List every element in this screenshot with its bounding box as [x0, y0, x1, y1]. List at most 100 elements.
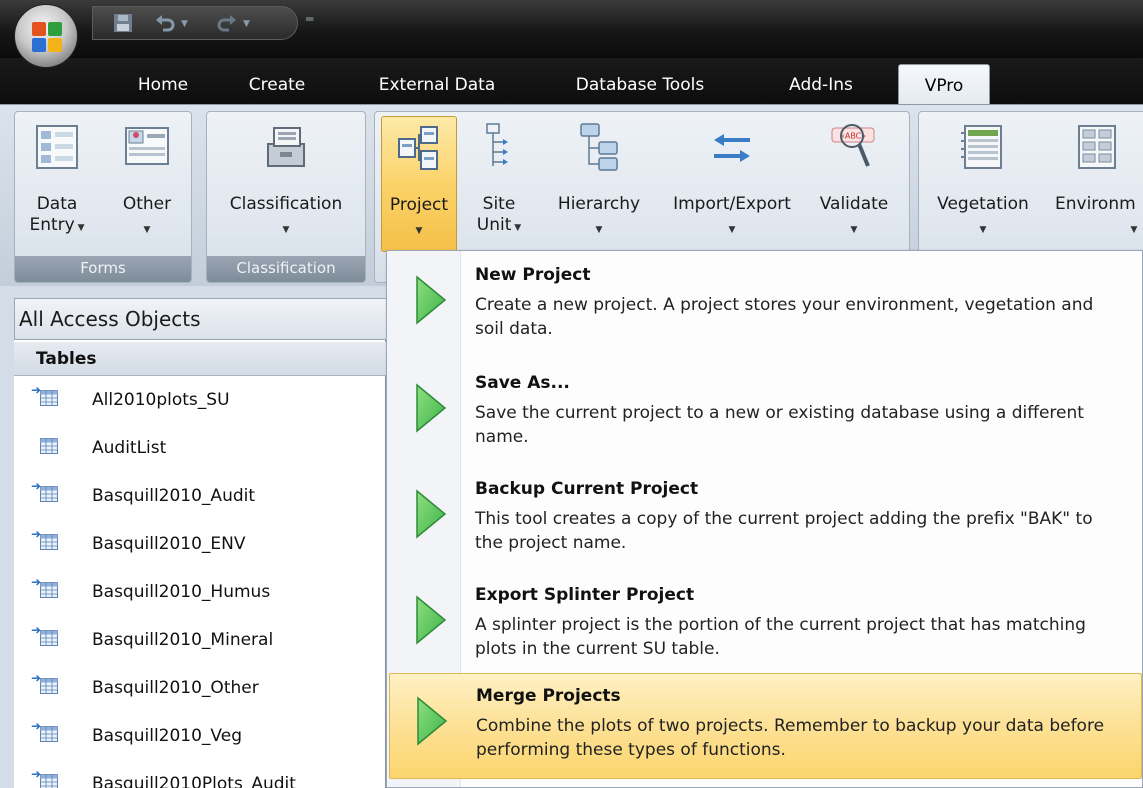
- tab-external-data[interactable]: External Data: [362, 69, 512, 103]
- nav-table-item[interactable]: ➜ Basquill2010_Mineral: [14, 616, 386, 664]
- menu-item-title: Merge Projects: [476, 686, 621, 706]
- vegetation-label: Vegetation: [937, 194, 1029, 214]
- table-icon: [40, 390, 58, 406]
- menu-item[interactable]: Backup Current Project This tool creates …: [389, 467, 1142, 573]
- table-icon: [40, 726, 58, 742]
- redo-icon[interactable]: [215, 12, 239, 36]
- nav-table-item[interactable]: ➜ All2010plots_SU: [14, 376, 386, 424]
- menu-item[interactable]: Merge Projects Combine the plots of two p…: [389, 673, 1142, 779]
- hierarchy-dropdown-icon: ▼: [595, 225, 603, 235]
- menu-item-description: A splinter project is the portion of the…: [475, 615, 1086, 659]
- environment-button[interactable]: Environm ▼: [1049, 116, 1143, 252]
- other-forms-label: Other: [122, 194, 172, 214]
- nav-table-name: AuditList: [92, 438, 167, 458]
- nav-table-list: ➜ All2010plots_SU AuditList ➜ Basquill2010_A…: [14, 376, 386, 788]
- hierarchy-label: Hierarchy: [557, 194, 641, 214]
- import-export-dropdown-icon: ▼: [728, 225, 736, 235]
- data-entry-line1: Data: [36, 194, 78, 214]
- play-arrow-icon: [417, 696, 448, 746]
- data-entry-line2: Entry: [29, 215, 75, 235]
- menu-item-description: Combine the plots of two projects. Remem…: [476, 716, 1105, 760]
- nav-table-item[interactable]: ➜ Basquill2010_Humus: [14, 568, 386, 616]
- table-icon: [40, 678, 58, 694]
- data-entry-icon: [36, 125, 78, 169]
- nav-table-item[interactable]: ➜ Basquill2010_Veg: [14, 712, 386, 760]
- nav-table-name: Basquill2010_Humus: [92, 582, 271, 602]
- quick-access-toolbar: ▼ ▼: [92, 6, 298, 40]
- project-button-label: Project: [389, 195, 449, 215]
- nav-table-item[interactable]: ➜ Basquill2010Plots_Audit: [14, 760, 386, 788]
- site-unit-label: Site Unit ▼: [467, 194, 531, 239]
- nav-pane-edge: [0, 298, 14, 788]
- site-unit-line2: Unit: [476, 215, 512, 235]
- ribbon-tabs: Home Create External Data Database Tools…: [0, 58, 1143, 108]
- tab-home[interactable]: Home: [122, 69, 204, 103]
- play-arrow-icon: [416, 383, 447, 433]
- nav-table-item[interactable]: ➜ Basquill2010_Other: [14, 664, 386, 712]
- data-entry-button[interactable]: Data Entry ▼: [19, 116, 95, 252]
- menu-item-description: Create a new project. A project stores y…: [475, 295, 1094, 339]
- classification-icon: [267, 127, 305, 167]
- tab-database-tools[interactable]: Database Tools: [550, 69, 730, 103]
- project-button[interactable]: Project ▼: [381, 116, 457, 252]
- menu-item[interactable]: Export Splinter Project A splinter projec…: [389, 573, 1142, 679]
- project-dropdown-menu: New Project Create a new project. A proje…: [386, 250, 1143, 788]
- table-icon: [40, 534, 58, 550]
- vegetation-dropdown-icon: ▼: [979, 225, 987, 235]
- tab-vpro[interactable]: VPro: [898, 64, 990, 108]
- site-unit-button[interactable]: Site Unit ▼: [467, 116, 531, 252]
- customize-toolbar-icon[interactable]: ═: [306, 12, 313, 26]
- redo-dropdown-icon[interactable]: ▼: [243, 19, 253, 29]
- menu-item-description: This tool creates a copy of the current …: [475, 509, 1093, 553]
- office-button[interactable]: [14, 4, 78, 68]
- nav-table-item[interactable]: ➜ Basquill2010_Audit: [14, 472, 386, 520]
- nav-section-tables[interactable]: Tables: [14, 342, 386, 376]
- vegetation-button[interactable]: Vegetation ▼: [923, 116, 1043, 252]
- save-icon[interactable]: [111, 12, 135, 36]
- classification-button[interactable]: Classification ▼: [211, 116, 361, 252]
- menu-item-description: Save the current project to a new or exi…: [475, 403, 1084, 447]
- play-arrow-icon: [416, 595, 447, 645]
- table-icon: [40, 630, 58, 646]
- vegetation-icon: [961, 125, 1002, 169]
- classification-button-label: Classification: [229, 194, 343, 214]
- import-export-button[interactable]: Import/Export ▼: [657, 116, 807, 252]
- validate-label: Validate: [819, 194, 889, 214]
- nav-table-item[interactable]: ➜ Basquill2010_ENV: [14, 520, 386, 568]
- tab-create[interactable]: Create: [222, 69, 332, 103]
- validate-button[interactable]: «ABC» Validate ▼: [807, 116, 901, 252]
- nav-table-name: Basquill2010Plots_Audit: [92, 774, 296, 788]
- nav-table-item[interactable]: AuditList: [14, 424, 386, 472]
- environment-label: Environm: [1055, 194, 1136, 214]
- menu-item-title: Backup Current Project: [475, 479, 699, 499]
- site-unit-line1: Site: [482, 194, 516, 214]
- menu-item-title: Export Splinter Project: [475, 585, 695, 605]
- office-logo-icon: [32, 22, 62, 52]
- nav-table-name: Basquill2010_ENV: [92, 534, 246, 554]
- nav-table-name: All2010plots_SU: [92, 390, 230, 410]
- title-bar: ▼ ▼ ═: [0, 0, 1143, 58]
- site-unit-icon: [486, 123, 508, 166]
- menu-item[interactable]: Save As... Save the current project to a …: [389, 361, 1142, 467]
- validate-icon: «ABC»: [831, 124, 875, 167]
- nav-pane-header[interactable]: All Access Objects: [14, 298, 386, 340]
- other-forms-dropdown-icon: ▼: [143, 225, 151, 235]
- nav-table-name: Basquill2010_Other: [92, 678, 259, 698]
- menu-item[interactable]: New Project Create a new project. A proje…: [389, 253, 1142, 359]
- nav-pane-gap: [0, 286, 386, 298]
- hierarchy-button[interactable]: Hierarchy ▼: [545, 116, 653, 252]
- import-export-icon: [714, 134, 750, 162]
- undo-dropdown-icon[interactable]: ▼: [181, 19, 191, 29]
- other-forms-button[interactable]: Other ▼: [107, 116, 187, 252]
- classification-group-label: Classification: [207, 256, 365, 282]
- undo-icon[interactable]: [153, 12, 177, 36]
- nav-table-name: Basquill2010_Audit: [92, 486, 256, 506]
- classification-group: Classification ▼ Classification: [206, 111, 366, 283]
- tab-add-ins[interactable]: Add-Ins: [766, 69, 876, 103]
- environment-icon: [1078, 125, 1116, 169]
- menu-item-title: Save As...: [475, 373, 570, 393]
- table-icon: [40, 774, 58, 788]
- project-icon: [398, 126, 438, 170]
- data-entry-label: Data Entry ▼: [19, 194, 95, 239]
- hierarchy-icon: [580, 123, 618, 171]
